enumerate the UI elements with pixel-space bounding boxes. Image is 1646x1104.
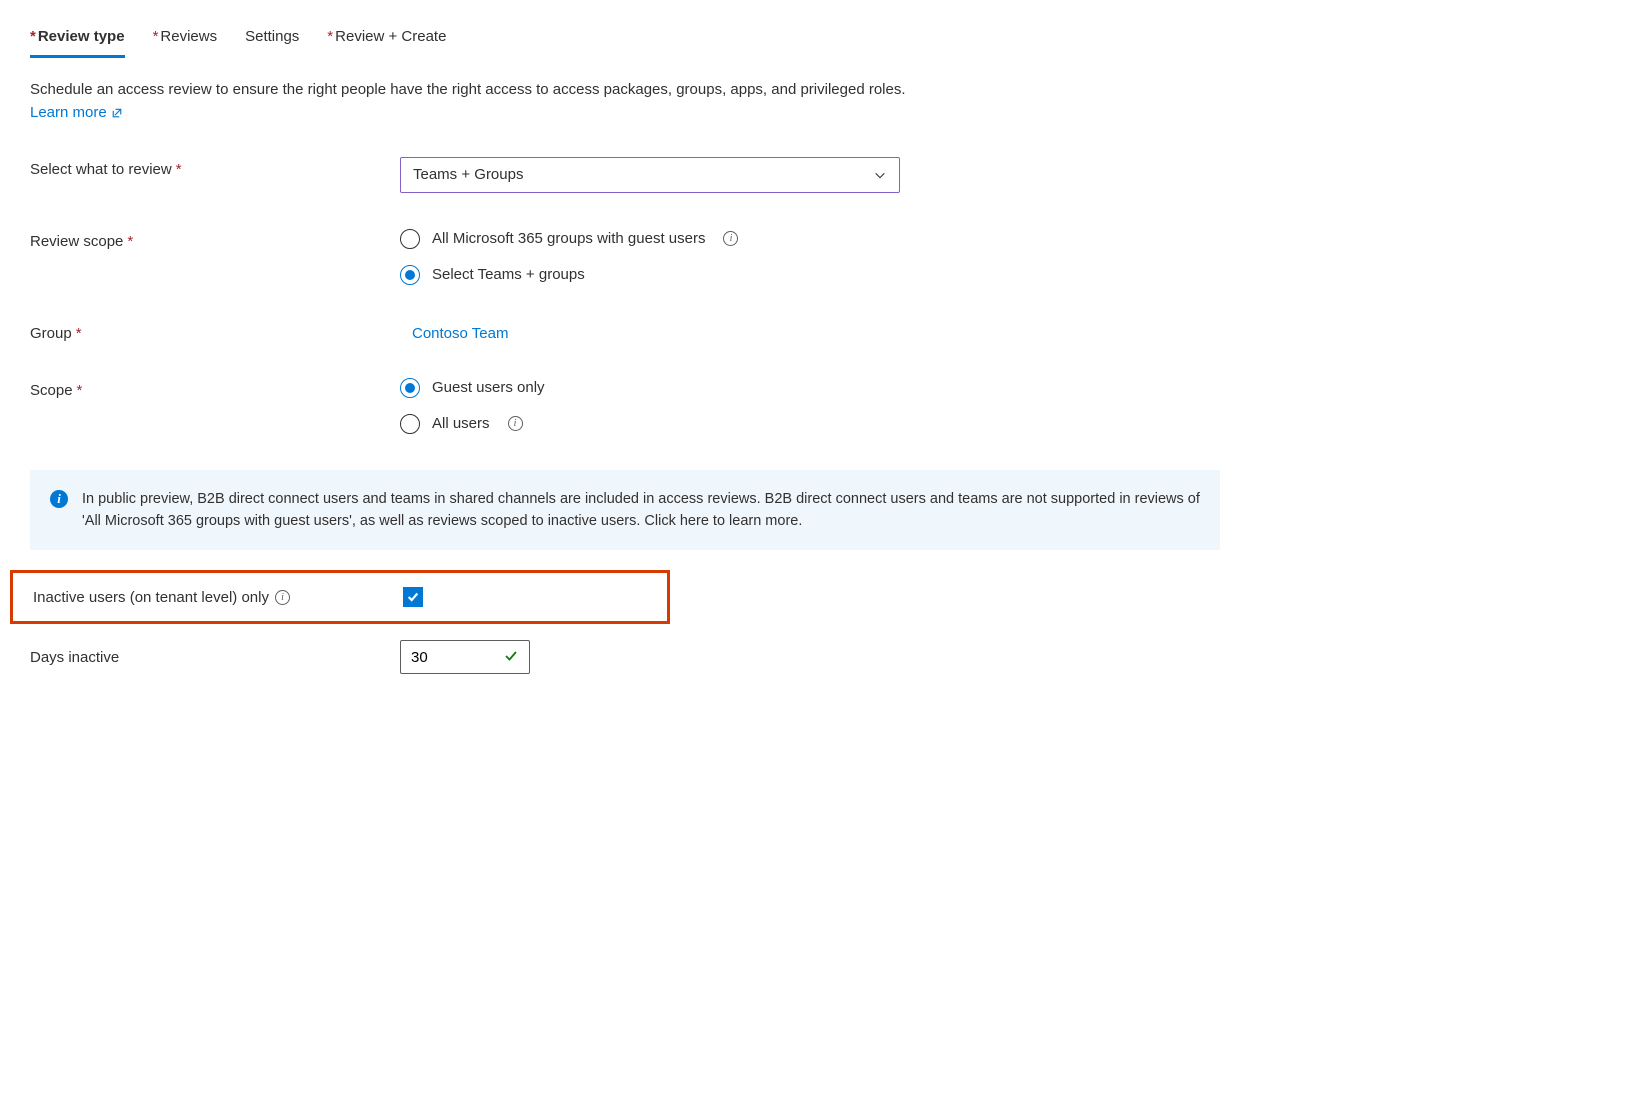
row-scope: Scope* Guest users only All users i — [30, 378, 1616, 434]
label-group: Group* — [30, 321, 400, 342]
label-text: Scope — [30, 382, 73, 399]
row-select-what-to-review: Select what to review* Teams + Groups — [30, 157, 1616, 193]
radio-all-users[interactable]: All users i — [400, 414, 1616, 434]
tab-review-type[interactable]: *Review type — [30, 20, 125, 58]
tab-reviews[interactable]: *Reviews — [153, 20, 218, 58]
label-text: Review scope — [30, 233, 123, 250]
info-icon[interactable]: i — [723, 231, 738, 246]
row-review-scope: Review scope* All Microsoft 365 groups w… — [30, 229, 1616, 285]
tab-review-create[interactable]: *Review + Create — [327, 20, 446, 58]
radio-icon — [400, 265, 420, 285]
page-description: Schedule an access review to ensure the … — [30, 79, 1616, 102]
radio-all-m365-groups[interactable]: All Microsoft 365 groups with guest user… — [400, 229, 1616, 249]
tab-label: Review type — [38, 28, 125, 45]
inactive-users-checkbox[interactable] — [403, 587, 423, 607]
tab-label: Settings — [245, 28, 299, 45]
required-star: * — [76, 325, 82, 342]
external-link-icon — [111, 106, 123, 118]
review-scope-radio-group: All Microsoft 365 groups with guest user… — [400, 229, 1616, 285]
inactive-users-highlight: Inactive users (on tenant level) only i — [10, 570, 670, 624]
learn-more-label: Learn more — [30, 104, 107, 121]
label-days-inactive: Days inactive — [30, 649, 400, 666]
radio-label: All Microsoft 365 groups with guest user… — [432, 230, 705, 247]
row-days-inactive: Days inactive — [30, 640, 1616, 674]
tabs-bar: *Review type *Reviews Settings *Review +… — [30, 20, 1616, 59]
checkmark-icon — [503, 648, 519, 667]
tab-settings[interactable]: Settings — [245, 20, 299, 58]
required-indicator: * — [30, 28, 36, 45]
days-inactive-input-wrap — [400, 640, 530, 674]
select-value: Teams + Groups — [413, 166, 523, 183]
required-star: * — [77, 382, 83, 399]
row-group: Group* Contoso Team — [30, 321, 1616, 342]
required-star: * — [127, 233, 133, 250]
radio-icon — [400, 414, 420, 434]
label-inactive-users: Inactive users (on tenant level) only i — [33, 589, 403, 606]
tab-label: Review + Create — [335, 28, 446, 45]
radio-icon — [400, 229, 420, 249]
select-what-to-review-dropdown[interactable]: Teams + Groups — [400, 157, 900, 193]
preview-info-banner: i In public preview, B2B direct connect … — [30, 470, 1220, 551]
label-review-scope: Review scope* — [30, 229, 400, 250]
radio-label: All users — [432, 415, 490, 432]
scope-radio-group: Guest users only All users i — [400, 378, 1616, 434]
radio-icon — [400, 378, 420, 398]
info-icon: i — [50, 490, 68, 508]
radio-label: Guest users only — [432, 379, 545, 396]
chevron-down-icon — [873, 168, 887, 182]
label-text: Group — [30, 325, 72, 342]
required-indicator: * — [153, 28, 159, 45]
label-scope: Scope* — [30, 378, 400, 399]
days-inactive-input[interactable] — [411, 649, 461, 666]
label-text: Inactive users (on tenant level) only — [33, 589, 269, 606]
group-link[interactable]: Contoso Team — [412, 321, 508, 342]
banner-text: In public preview, B2B direct connect us… — [82, 488, 1200, 533]
radio-label: Select Teams + groups — [432, 266, 585, 283]
tab-label: Reviews — [160, 28, 217, 45]
required-star: * — [176, 161, 182, 178]
radio-guest-users-only[interactable]: Guest users only — [400, 378, 1616, 398]
label-text: Select what to review — [30, 161, 172, 178]
learn-more-link[interactable]: Learn more — [30, 104, 123, 121]
radio-select-teams-groups[interactable]: Select Teams + groups — [400, 265, 1616, 285]
label-select-what-to-review: Select what to review* — [30, 157, 400, 178]
info-icon[interactable]: i — [275, 590, 290, 605]
info-icon[interactable]: i — [508, 416, 523, 431]
required-indicator: * — [327, 28, 333, 45]
